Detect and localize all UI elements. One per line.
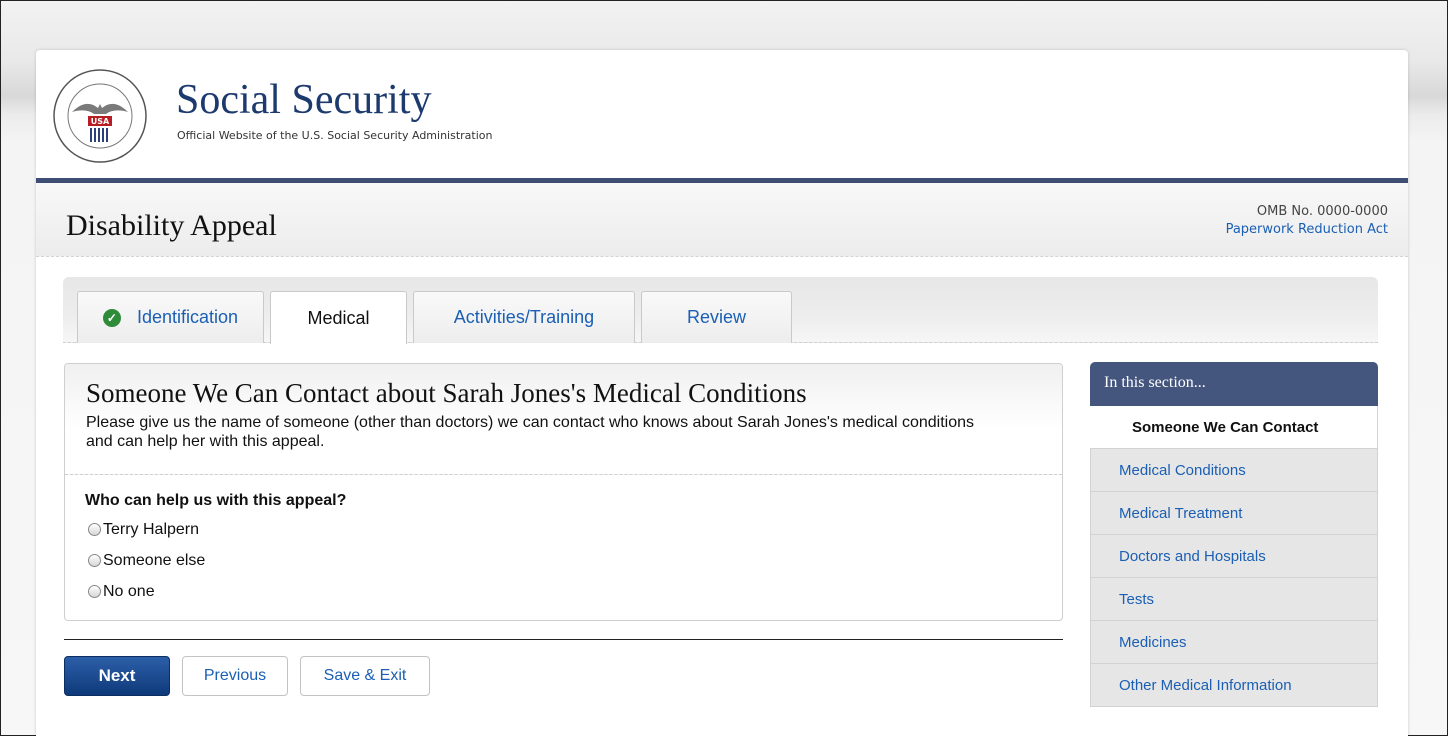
radio-label: No one [103,582,155,600]
omb-number: OMB No. 0000-0000 [1256,204,1388,219]
radio-button[interactable] [88,554,101,567]
sidebar-item-medicines[interactable]: Medicines [1090,621,1378,664]
sidebar-item-other-medical-information[interactable]: Other Medical Information [1090,664,1378,707]
sidebar-item-someone-we-can-contact[interactable]: Someone We Can Contact [1090,406,1378,449]
tab-identification[interactable]: ✓ Identification [77,291,264,343]
check-icon: ✓ [102,308,121,327]
browser-frame: USA Social Security Official Website of … [0,0,1448,736]
page-title: Disability Appeal [66,209,277,242]
sidebar-item-tests[interactable]: Tests [1090,578,1378,621]
radio-option-terry-halpern[interactable]: Terry Halpern [88,514,1062,545]
tab-label: Medical [307,307,370,328]
tab-label: Identification [136,307,239,327]
next-button[interactable]: Next [64,656,170,696]
save-exit-button[interactable]: Save & Exit [300,656,430,696]
brand-title[interactable]: Social Security [176,76,431,124]
sidebar-item-medical-conditions[interactable]: Medical Conditions [1090,449,1378,492]
radio-label: Someone else [103,551,206,569]
page-card: USA Social Security Official Website of … [36,50,1408,736]
tab-review[interactable]: Review [641,291,792,343]
svg-text:USA: USA [91,117,110,126]
radio-option-someone-else[interactable]: Someone else [88,545,1062,576]
radio-label: Terry Halpern [103,520,200,538]
sidebar-item-doctors-and-hospitals[interactable]: Doctors and Hospitals [1090,535,1378,578]
site-header: USA Social Security Official Website of … [36,50,1408,178]
tab-label: Review [686,307,747,327]
tab-activities-training[interactable]: Activities/Training [413,291,635,343]
section-sidebar: In this section... Someone We Can Contac… [1090,362,1378,707]
sidebar-item-medical-treatment[interactable]: Medical Treatment [1090,492,1378,535]
section-description: Please give us the name of someone (othe… [86,414,974,450]
tab-label: Activities/Training [453,307,595,327]
page-title-bar: Disability Appeal OMB No. 0000-0000 Pape… [36,183,1408,257]
sidebar-heading: In this section... [1090,362,1378,406]
tab-medical[interactable]: Medical [270,291,407,344]
brand-subtitle: Official Website of the U.S. Social Secu… [177,129,493,142]
previous-button[interactable]: Previous [182,656,288,696]
section-heading: Someone We Can Contact about Sarah Jones… [86,378,807,408]
question-label: Who can help us with this appeal? [85,492,347,509]
form-divider [64,639,1063,640]
ssa-seal-icon: USA [53,69,147,163]
omb-info: OMB No. 0000-0000 Paperwork Reduction Ac… [1226,203,1388,239]
question-panel-header: Someone We Can Contact about Sarah Jones… [65,364,1062,475]
question-panel: Someone We Can Contact about Sarah Jones… [64,363,1063,621]
contact-radio-group: Terry Halpern Someone else No one [65,514,1062,607]
radio-button[interactable] [88,585,101,598]
radio-button[interactable] [88,523,101,536]
paperwork-reduction-link[interactable]: Paperwork Reduction Act [1226,221,1388,239]
radio-option-no-one[interactable]: No one [88,576,1062,607]
section-tabs: ✓ Identification Medical Activities/Trai… [63,277,1378,344]
